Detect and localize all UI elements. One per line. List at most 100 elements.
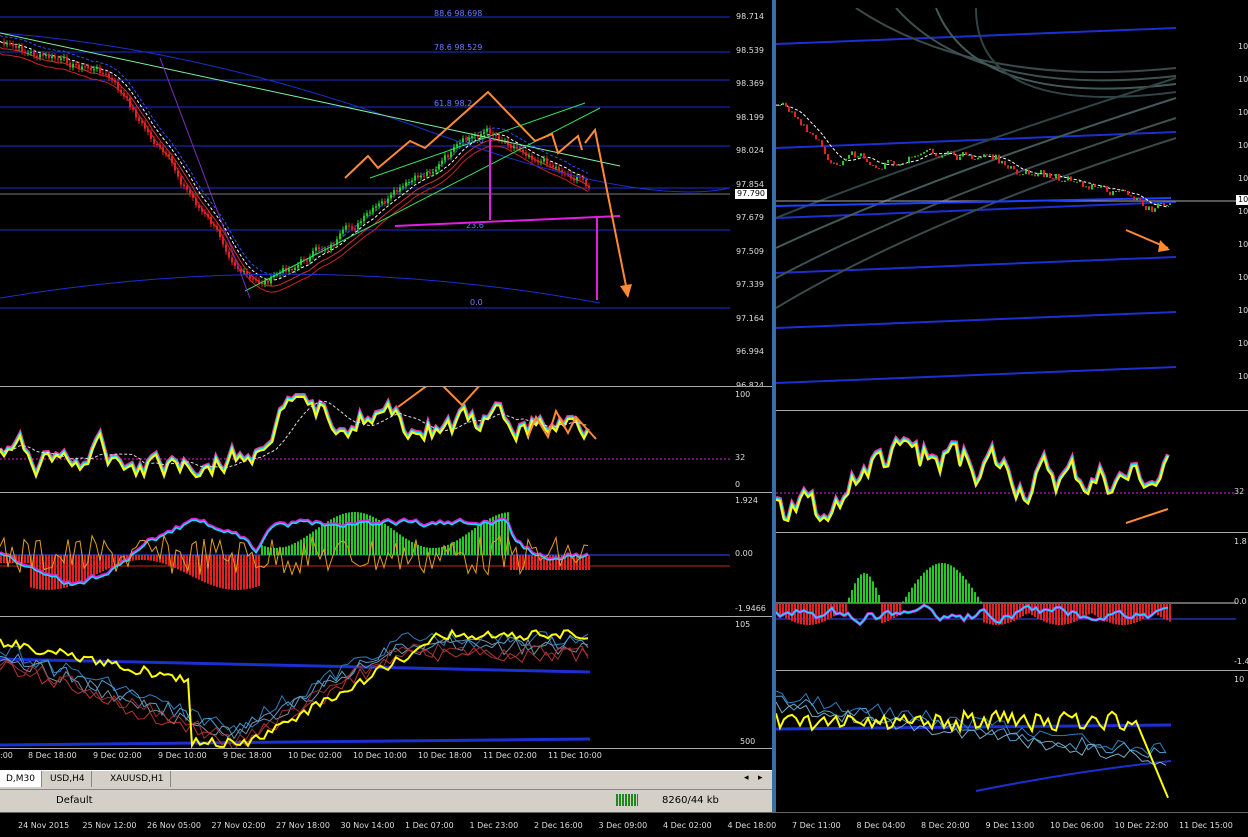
candle-body [192,194,194,198]
macd-histogram-bar [108,555,110,569]
candle-body [117,82,119,90]
candle-body [905,162,907,164]
left-rsi-pane[interactable]: 100 32 0 [0,386,772,493]
candle-body [357,223,359,230]
arrow-head-icon [620,284,632,298]
tab-scroll-right-icon[interactable]: ▸ [758,773,763,783]
candle-body [465,138,467,140]
macd-histogram-bar [261,545,263,555]
macd-histogram-bar [462,536,464,555]
right-bands-chart[interactable] [776,671,1248,812]
left-bands-chart[interactable] [0,617,772,749]
candle-body [935,153,937,157]
candle-body [1124,189,1126,192]
macd-histogram-bar [974,592,976,603]
left-macd-pane[interactable]: 1.924 0.00 -1.9466 [0,492,772,617]
right-bands-pane[interactable]: 10 [776,670,1248,812]
macd-histogram-bar [1130,603,1132,624]
envelope-line [776,117,1177,279]
left-chart-window[interactable]: 88.6 98.698 78.6 98.529 61.8 98.2 50.0 23.6 0… [0,0,772,768]
macd-histogram-bar [255,555,257,587]
candle-body [1052,178,1054,180]
candle-body [495,135,497,137]
candle-body [351,226,353,229]
left-rsi-chart[interactable] [0,387,772,493]
candle-body [983,154,985,158]
candle-body [558,167,560,171]
candle-body [1034,174,1036,177]
time-label: 11 Dec 10:00 [548,751,602,760]
right-macd-chart[interactable] [776,533,1248,671]
macd-histogram-bar [429,547,431,555]
candle-body [414,175,416,181]
macd-histogram-bar [165,555,167,565]
candle-body [995,154,997,160]
tab-d-m30[interactable]: D,M30 [0,771,43,787]
tab-usd-h4[interactable]: USD,H4 [44,771,92,787]
candle-body [917,155,919,157]
candle-body [114,80,116,83]
macd-histogram-bar [803,603,805,625]
macd-histogram-bar [851,589,853,603]
candle-body [1022,174,1024,176]
left-price-pane[interactable]: 88.6 98.698 78.6 98.529 61.8 98.2 50.0 23.6 0… [0,8,772,390]
candle-body [1010,166,1012,169]
macd-histogram-bar [818,603,820,624]
candle-body [225,244,227,252]
macd-histogram-bar [264,546,266,555]
candle-body [812,133,814,135]
candle-body [1049,173,1051,179]
candle-body [513,146,515,149]
candle-body [1115,190,1117,192]
bottom-time-axis: 24 Nov 2015 25 Nov 12:00 26 Nov 05:00 27 No… [0,812,1248,837]
candle-body [938,156,940,158]
right-chart-window[interactable]: 10 10 10 10 10 10 10 10 10 10 10 10 32 1.8 0.0 -1.… [776,0,1248,812]
candle-body [3,41,5,45]
candle-body [1031,174,1033,176]
candle-body [204,211,206,215]
candle-body [216,225,218,230]
candle-body [417,175,419,178]
right-price-axis-label: 10 [1238,306,1248,315]
left-bands-pane[interactable]: 105 500 [0,616,772,749]
candle-body [941,155,943,158]
macd-histogram-bar [1007,603,1009,624]
candle-body [1145,205,1147,211]
macd-histogram-bar [977,596,979,603]
tab-scroll-left-icon[interactable]: ◂ [744,773,749,783]
candle-body [974,159,976,161]
right-macd-pane[interactable]: 1.8 0.0 -1.4 [776,532,1248,671]
candle-body [920,153,922,156]
right-rsi-pane[interactable]: 32 [776,410,1248,533]
candle-body [1100,185,1102,188]
candle-body [258,280,260,283]
time-label: 10 Dec 10:00 [353,751,407,760]
time-label: 10 Dec 22:00 [1114,821,1169,830]
candle-body [522,149,524,153]
macd-axis-zero: 0.00 [735,549,753,558]
price-axis-label: 98.024 [736,146,764,155]
macd-histogram-bar [854,583,856,603]
left-price-chart[interactable]: 88.6 98.69878.6 98.52961.8 98.250.023.60… [0,8,772,386]
macd-histogram-bar [474,528,476,555]
right-rsi-chart[interactable] [776,411,1248,533]
candle-body [1112,191,1114,196]
macd-histogram-bar [878,595,880,603]
candle-body [824,146,826,155]
candle-body [228,251,230,258]
macd-histogram-bar [1169,603,1171,622]
macd-histogram-bar [983,603,985,623]
tab-xauusd-h1[interactable]: XAUUSD,H1 [104,771,171,787]
status-traffic: 8260/44 kb [662,795,719,806]
candle-body [189,189,191,195]
right-price-pane[interactable]: 10 10 10 10 10 10 10 10 10 10 10 10 [776,8,1248,410]
left-macd-chart[interactable] [0,493,772,617]
macd-histogram-bar [923,572,925,603]
right-price-chart[interactable] [776,8,1248,410]
arrow-head-icon [1158,240,1170,252]
candle-body [360,221,362,224]
candle-body [932,148,934,154]
candle-body [1079,181,1081,183]
candle-body [45,54,47,56]
macd-histogram-bar [468,532,470,555]
